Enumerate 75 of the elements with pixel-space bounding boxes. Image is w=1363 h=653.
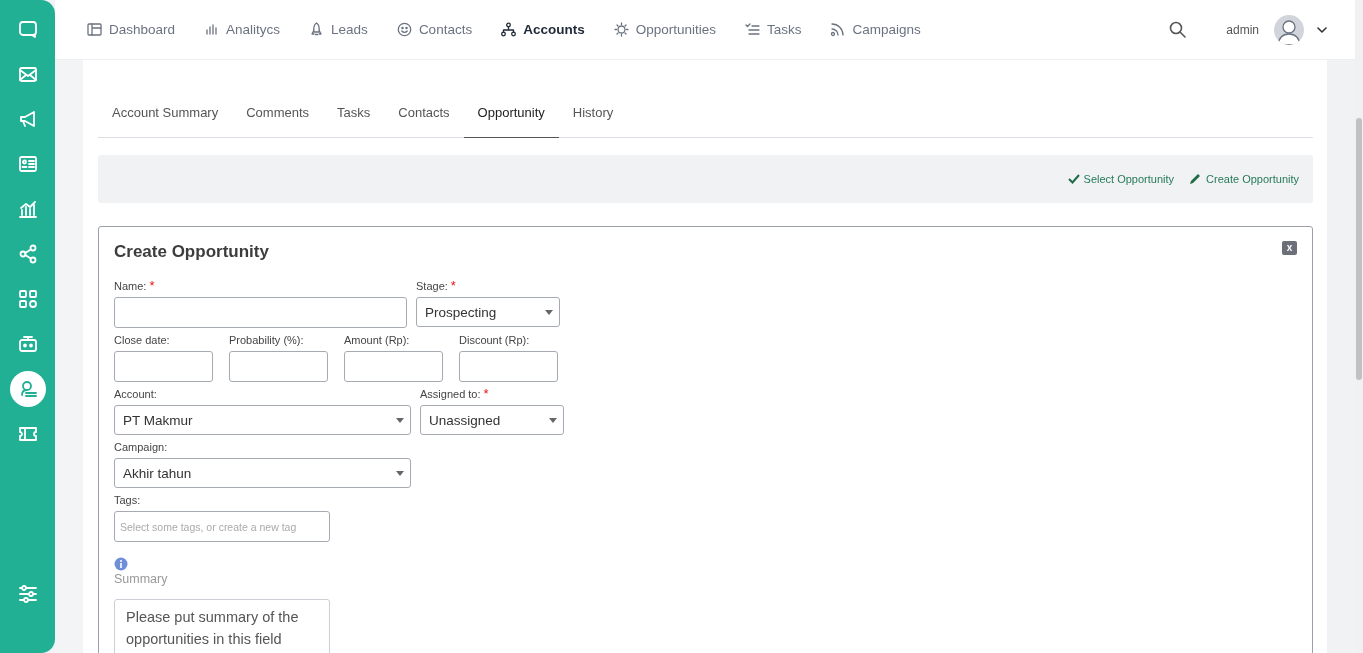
nav-link[interactable]: Accounts (501, 22, 585, 37)
megaphone-icon (17, 109, 38, 129)
user-name[interactable]: admin (1226, 22, 1259, 37)
create-link[interactable]: Create Opportunity (1188, 172, 1299, 186)
robot-icon (17, 334, 38, 354)
input-field[interactable] (229, 351, 328, 382)
share-icon (17, 244, 38, 264)
select-field[interactable]: PT Makmur (114, 405, 411, 435)
nav-link[interactable]: Analitycs (204, 22, 281, 37)
field-label: Close date: (114, 333, 170, 347)
nav-link[interactable]: Leads (309, 22, 368, 37)
tab[interactable]: Tasks (323, 88, 385, 138)
select-link[interactable]: Select Opportunity (1067, 173, 1175, 185)
caret-icon (549, 417, 557, 423)
field-label: Amount (Rp): (344, 333, 410, 347)
summary-label: Summary (114, 571, 169, 587)
check-icon (1067, 174, 1080, 184)
input-field[interactable] (114, 351, 213, 382)
bar-chart-icon (204, 22, 220, 37)
form-title: Create Opportunity (114, 241, 269, 263)
chart-icon (17, 199, 38, 219)
rss-icon (830, 22, 846, 37)
caret-icon (545, 309, 553, 315)
smiley-icon (396, 22, 412, 37)
nav-link[interactable]: Dashboard (87, 22, 176, 37)
sun-icon (613, 22, 629, 37)
search-icon (1169, 21, 1187, 38)
select-field[interactable]: Akhir tahun (114, 458, 411, 488)
field-label: Account: (114, 387, 157, 401)
ticket-icon (17, 424, 38, 444)
tab[interactable]: Contacts (384, 88, 464, 138)
search-button[interactable] (1169, 21, 1187, 38)
field-label: Assigned to: (420, 387, 481, 401)
required-mark: * (450, 279, 456, 293)
sliders-icon (17, 584, 38, 604)
field-label: Stage: (416, 279, 448, 293)
layout-icon (87, 22, 102, 37)
sidebar-item[interactable] (9, 371, 46, 407)
grid-icon (17, 289, 38, 309)
tab[interactable]: Comments (232, 88, 324, 138)
select-field[interactable]: Prospecting (416, 297, 560, 327)
input-field[interactable] (114, 297, 407, 328)
id-card-icon (17, 154, 38, 174)
field-label: Discount (Rp): (459, 333, 530, 347)
field-label: Name: (114, 279, 147, 293)
mail-icon (17, 64, 38, 84)
field-label: Tags: (114, 493, 141, 507)
hierarchy-icon (501, 22, 517, 37)
chevron-icon (1317, 26, 1327, 33)
chat-icon (17, 19, 38, 39)
nav-link[interactable]: Campaigns (830, 22, 921, 37)
avatar-icon[interactable] (1274, 14, 1304, 45)
nav-link[interactable]: Opportunities (613, 22, 716, 37)
caret-icon (396, 470, 404, 476)
summary-field[interactable]: Please put summary of the opportunities in this field (114, 599, 330, 653)
field-label: Probability (%): (229, 333, 304, 347)
field-label: Campaign: (114, 440, 168, 454)
nav-link[interactable]: Tasks (744, 22, 802, 37)
tags-field[interactable]: Select some tags, or create a new tag (114, 511, 330, 542)
tab[interactable]: Account Summary (98, 88, 233, 138)
nav-link[interactable]: Contacts (396, 22, 473, 37)
pencil-icon (1188, 172, 1203, 186)
input-field[interactable] (344, 351, 443, 382)
info-icon (114, 557, 128, 571)
required-mark: * (149, 279, 155, 293)
tab[interactable]: History (558, 88, 628, 138)
select-field[interactable]: Unassigned (420, 405, 564, 435)
tab[interactable]: Opportunity (463, 88, 559, 138)
close-button[interactable]: x (1282, 241, 1297, 255)
input-field[interactable] (459, 351, 558, 382)
required-mark: * (483, 387, 489, 401)
chevron-button[interactable] (1317, 26, 1327, 33)
scrollbar-thumb[interactable] (1356, 118, 1362, 380)
checklist-icon (744, 22, 760, 37)
caret-icon (396, 417, 404, 423)
